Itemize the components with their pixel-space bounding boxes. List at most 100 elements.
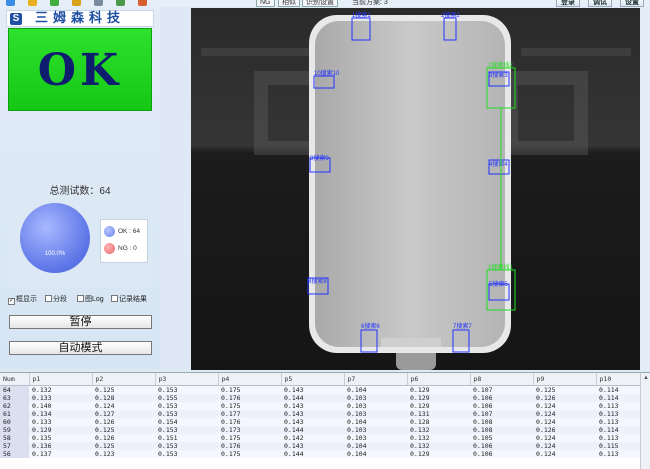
value-cell: 0.153 xyxy=(155,442,218,450)
value-cell: 0.153 xyxy=(155,385,218,394)
col-p1[interactable]: p1 xyxy=(29,373,93,386)
checkbox-checked-icon[interactable]: ✓ xyxy=(8,298,15,305)
value-cell: 0.106 xyxy=(470,402,533,410)
value-cell: 0.126 xyxy=(92,434,155,442)
tab-similar[interactable]: 相似 xyxy=(278,0,300,7)
tab-ng[interactable]: NG xyxy=(256,0,275,7)
camera-view[interactable]: 1搜索1 2搜索2 10搜索10 3搜索3 9搜索9 4搜索4 8搜索8 5搜索… xyxy=(191,8,640,370)
value-cell: 0.155 xyxy=(155,394,218,402)
col-p7[interactable]: p7 xyxy=(344,373,408,386)
value-cell: 0.175 xyxy=(218,385,281,394)
folder-icon[interactable] xyxy=(28,0,37,6)
table-row[interactable]: 56 0.137 0.123 0.153 0.175 0.144 0.104 0.129 0.1… xyxy=(0,450,644,458)
result-text: OK xyxy=(37,45,123,96)
col-p6[interactable]: p6 xyxy=(407,373,471,386)
value-cell: 0.134 xyxy=(29,410,92,418)
value-cell: 0.129 xyxy=(407,402,470,410)
value-cell: 0.151 xyxy=(155,434,218,442)
value-cell: 0.125 xyxy=(533,385,596,394)
row-number-cell: 64 xyxy=(0,385,29,394)
col-p9[interactable]: p9 xyxy=(533,373,597,386)
debug-button[interactable]: 调试 xyxy=(588,0,612,7)
value-cell: 0.105 xyxy=(470,434,533,442)
option-image-log[interactable]: 图Log xyxy=(77,295,104,305)
row-number-cell: 61 xyxy=(0,410,29,418)
option-record-results[interactable]: 记录结果 xyxy=(111,295,147,305)
toolbar-status-text: 当前方案: 3 xyxy=(352,0,388,6)
svg-text:6搜索6: 6搜索6 xyxy=(361,322,380,330)
value-cell: 0.128 xyxy=(407,418,470,426)
table-row[interactable]: 57 0.136 0.125 0.153 0.176 0.143 0.104 0.132 0.1… xyxy=(0,442,644,450)
open-icon[interactable] xyxy=(6,0,15,6)
value-cell: 0.125 xyxy=(92,442,155,450)
value-cell: 0.176 xyxy=(218,442,281,450)
value-cell: 0.129 xyxy=(407,385,470,394)
value-cell: 0.153 xyxy=(155,402,218,410)
value-cell: 0.114 xyxy=(596,426,644,434)
value-cell: 0.132 xyxy=(407,442,470,450)
left-panel: S 三姆森科技 OK 总测试数：64 100.0% OK : 64 NG : 0… xyxy=(0,7,160,369)
value-cell: 0.103 xyxy=(344,394,407,402)
total-tests-label: 总测试数：64 xyxy=(49,186,111,197)
pause-button[interactable]: 暂停 xyxy=(9,315,152,329)
option-show-frames[interactable]: ✓ 框显示 xyxy=(8,295,37,305)
col-p5[interactable]: p5 xyxy=(281,373,345,386)
display-options: ✓ 框显示 分段 图Log 记录结果 xyxy=(8,295,158,305)
table-row[interactable]: 64 0.132 0.125 0.153 0.175 0.143 0.104 0.129 0.1… xyxy=(0,385,644,394)
result-indicator: OK xyxy=(8,28,152,111)
value-cell: 0.124 xyxy=(533,418,596,426)
value-cell: 0.103 xyxy=(344,402,407,410)
checkbox-icon[interactable] xyxy=(111,295,118,302)
scroll-up-icon[interactable]: ▲ xyxy=(643,375,649,381)
camera-icon[interactable] xyxy=(94,0,103,6)
save-icon[interactable] xyxy=(72,0,81,6)
table-row[interactable]: 58 0.135 0.126 0.151 0.175 0.142 0.103 0.132 0.1… xyxy=(0,434,644,442)
value-cell: 0.132 xyxy=(407,434,470,442)
col-p10[interactable]: p10 xyxy=(596,373,645,386)
col-p3[interactable]: p3 xyxy=(155,373,219,386)
legend-ng-label: NG : 0 xyxy=(118,245,137,252)
arrow-icon[interactable] xyxy=(138,0,147,6)
ng-dot-icon xyxy=(104,242,115,254)
image-icon[interactable] xyxy=(116,0,125,6)
col-p8[interactable]: p8 xyxy=(470,373,534,386)
svg-text:2搜索2: 2搜索2 xyxy=(441,11,460,19)
value-cell: 0.133 xyxy=(29,418,92,426)
col-p2[interactable]: p2 xyxy=(92,373,156,386)
value-cell: 0.143 xyxy=(281,385,344,394)
col-p4[interactable]: p4 xyxy=(218,373,282,386)
value-cell: 0.124 xyxy=(92,402,155,410)
value-cell: 0.114 xyxy=(596,394,644,402)
table-row[interactable]: 59 0.129 0.125 0.153 0.173 0.144 0.103 0.132 0.1… xyxy=(0,426,644,434)
value-cell: 0.123 xyxy=(92,450,155,458)
settings-button[interactable]: 设置 xyxy=(620,0,644,7)
tab-recognition-settings[interactable]: 识别设置 xyxy=(302,0,338,7)
pie-percent-label: 100.0% xyxy=(44,251,66,257)
value-cell: 0.124 xyxy=(533,434,596,442)
svg-text:8搜索8: 8搜索8 xyxy=(308,277,327,285)
table-row[interactable]: 62 0.140 0.124 0.153 0.175 0.143 0.103 0.129 0.1… xyxy=(0,402,644,410)
auto-mode-button[interactable]: 自动模式 xyxy=(9,341,152,355)
login-button[interactable]: 登录 xyxy=(556,0,580,7)
table-row[interactable]: 61 0.134 0.127 0.153 0.177 0.143 0.103 0.131 0.1… xyxy=(0,410,644,418)
measurement-table: Num p1 p2 p3 p4 p5 p7 p6 p8 p9 p10 64 0.1… xyxy=(0,372,650,469)
value-cell: 0.133 xyxy=(29,394,92,402)
value-cell: 0.144 xyxy=(281,450,344,458)
col-num[interactable]: Num xyxy=(0,373,30,386)
table-row[interactable]: 63 0.133 0.128 0.155 0.176 0.144 0.103 0.129 0.1… xyxy=(0,394,644,402)
value-cell: 0.175 xyxy=(218,434,281,442)
value-cell: 0.103 xyxy=(344,434,407,442)
option-segment[interactable]: 分段 xyxy=(45,295,67,305)
run-icon[interactable] xyxy=(50,0,59,6)
value-cell: 0.124 xyxy=(533,442,596,450)
checkbox-icon[interactable] xyxy=(45,295,52,302)
value-cell: 0.106 xyxy=(470,442,533,450)
checkbox-icon[interactable] xyxy=(77,295,84,302)
table-header-row: Num p1 p2 p3 p4 p5 p7 p6 p8 p9 p10 xyxy=(0,373,645,386)
value-cell: 0.107 xyxy=(470,410,533,418)
value-cell: 0.143 xyxy=(281,442,344,450)
row-number-cell: 56 xyxy=(0,450,29,458)
table-row[interactable]: 60 0.133 0.126 0.154 0.176 0.143 0.104 0.128 0.1… xyxy=(0,418,644,426)
value-cell: 0.140 xyxy=(29,402,92,410)
table-scrollbar[interactable]: ▲ xyxy=(640,373,650,469)
